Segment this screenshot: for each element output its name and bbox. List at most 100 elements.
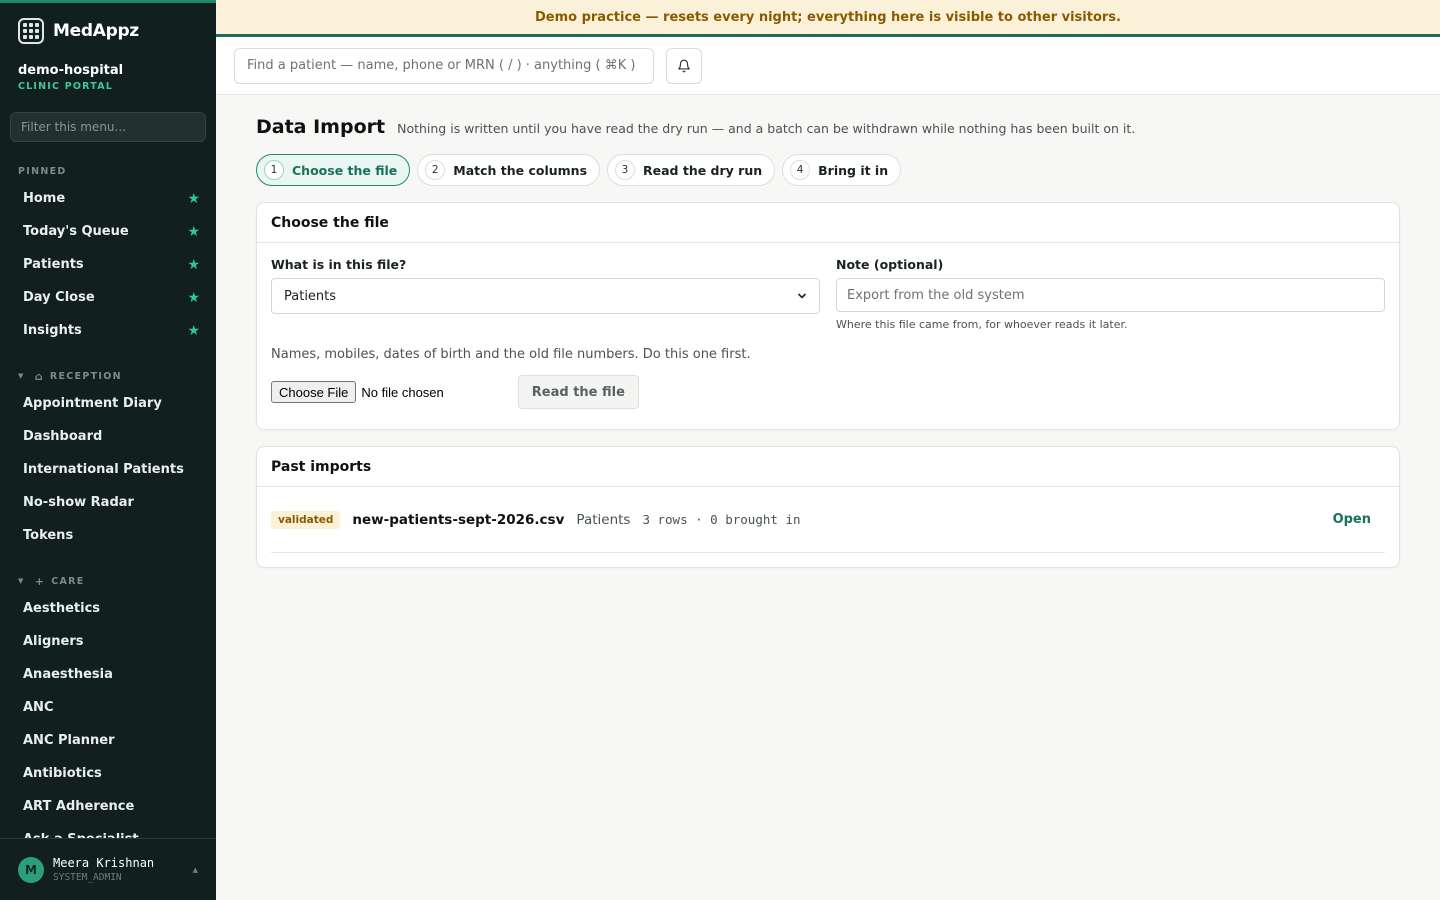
- file-type-value: Patients: [284, 288, 337, 304]
- notifications-button[interactable]: [666, 47, 702, 84]
- note-hint: Where this file came from, for whoever r…: [836, 318, 1128, 331]
- choose-file-button[interactable]: Choose File: [271, 381, 357, 403]
- step-label: Match the columns: [453, 162, 588, 178]
- demo-banner: Demo practice — resets every night; ever…: [216, 0, 1440, 37]
- file-status: No file chosen: [361, 384, 444, 400]
- step-match-columns[interactable]: 2 Match the columns: [417, 154, 601, 186]
- step-number: 4: [790, 160, 811, 180]
- sidebar-item-anc-planner[interactable]: ANC Planner: [0, 724, 216, 757]
- file-type-select[interactable]: Patients: [271, 278, 820, 314]
- patient-search-input[interactable]: [234, 47, 654, 84]
- sidebar-item-label: Patients: [23, 257, 84, 272]
- step-number: 1: [264, 160, 284, 180]
- step-label: Bring it in: [818, 162, 889, 178]
- import-stats: 3 rows · 0 brought in: [642, 512, 801, 527]
- page-title: Data Import: [256, 116, 386, 138]
- user-info: Meera Krishnan SYSTEM_ADMIN: [53, 856, 193, 883]
- table-row: validated new-patients-sept-2026.csv Pat…: [271, 487, 1385, 553]
- menu-filter-input[interactable]: [10, 112, 206, 142]
- caret-down-icon: ▼: [18, 577, 25, 585]
- org-name: demo-hospital: [18, 63, 124, 78]
- sidebar-item-patients[interactable]: Patients ★: [0, 248, 216, 281]
- bell-icon: [678, 59, 690, 72]
- section-care-label: CARE: [51, 575, 85, 587]
- sidebar-item-label: International Patients: [23, 462, 184, 477]
- sidebar-item-insights[interactable]: Insights ★: [0, 314, 216, 347]
- sidebar-item-label: ANC Planner: [23, 733, 115, 748]
- star-icon[interactable]: ★: [187, 257, 200, 273]
- org-info: demo-hospital CLINIC PORTAL: [0, 59, 216, 92]
- page-subtitle: Nothing is written until you have read t…: [397, 121, 1136, 136]
- sidebar-item-label: ANC: [23, 700, 54, 715]
- note-field: Note (optional) Where this file came fro…: [836, 257, 1385, 331]
- sidebar-item-appointment-diary[interactable]: Appointment Diary: [0, 387, 216, 420]
- step-label: Read the dry run: [643, 162, 763, 178]
- app-name: MedAppz: [53, 21, 139, 41]
- sidebar-item-aligners[interactable]: Aligners: [0, 625, 216, 658]
- star-icon[interactable]: ★: [187, 323, 200, 339]
- avatar: M: [18, 856, 44, 883]
- sidebar-item-label: Aesthetics: [23, 601, 101, 616]
- sidebar-item-label: Dashboard: [23, 429, 103, 444]
- stepper: 1 Choose the file 2 Match the columns 3 Rea…: [256, 154, 1400, 186]
- star-icon[interactable]: ★: [187, 191, 200, 207]
- section-pinned-label: PINNED: [18, 165, 67, 177]
- reception-list: Appointment Diary Dashboard Internationa…: [0, 387, 216, 552]
- note-label: Note (optional): [836, 257, 944, 272]
- section-care[interactable]: ▼ + CARE: [0, 572, 216, 590]
- sidebar-item-no-show-radar[interactable]: No-show Radar: [0, 486, 216, 519]
- sidebar-item-label: Aligners: [23, 634, 84, 649]
- section-pinned: PINNED: [0, 162, 216, 180]
- user-menu[interactable]: M Meera Krishnan SYSTEM_ADMIN ▲: [0, 838, 216, 900]
- file-type-description: Names, mobiles, dates of birth and the o…: [271, 347, 751, 362]
- topbar: [216, 37, 1440, 95]
- step-read-dry-run[interactable]: 3 Read the dry run: [607, 154, 776, 186]
- user-role: SYSTEM_ADMIN: [53, 872, 122, 883]
- choose-file-card-title: Choose the file: [257, 203, 1399, 243]
- sidebar-item-label: Home: [23, 191, 66, 206]
- sidebar-item-anc[interactable]: ANC: [0, 691, 216, 724]
- demo-banner-text: Demo practice — resets every night; ever…: [534, 9, 1121, 25]
- chevron-down-icon: [797, 293, 807, 299]
- sidebar-item-aesthetics[interactable]: Aesthetics: [0, 592, 216, 625]
- past-imports-card: Past imports validated new-patients-sept…: [256, 446, 1400, 568]
- caret-icon: ▲: [192, 865, 198, 874]
- plus-icon: +: [34, 574, 46, 588]
- sidebar-item-dashboard[interactable]: Dashboard: [0, 420, 216, 453]
- caret-down-icon: ▼: [18, 372, 25, 380]
- import-file-name: new-patients-sept-2026.csv: [352, 511, 565, 528]
- sidebar-item-label: Appointment Diary: [23, 396, 162, 411]
- pinned-list: Home ★ Today's Queue ★ Patients ★ Day Close…: [0, 182, 216, 347]
- sidebar-item-day-close[interactable]: Day Close ★: [0, 281, 216, 314]
- user-name: Meera Krishnan: [53, 856, 155, 870]
- page-header: Data Import Nothing is written until you…: [256, 116, 1400, 138]
- open-import-link[interactable]: Open: [1333, 512, 1371, 527]
- sidebar-item-tokens[interactable]: Tokens: [0, 519, 216, 552]
- note-input[interactable]: [836, 278, 1385, 312]
- sidebar-item-label: Day Close: [23, 290, 95, 305]
- step-number: 3: [615, 160, 636, 180]
- org-subtitle: CLINIC PORTAL: [18, 81, 114, 92]
- section-reception[interactable]: ▼ ⌂ RECEPTION: [0, 367, 216, 385]
- section-reception-label: RECEPTION: [49, 370, 122, 382]
- read-file-button[interactable]: Read the file: [517, 375, 639, 409]
- sidebar-item-label: No-show Radar: [23, 495, 134, 510]
- file-type-label: What is in this file?: [271, 257, 407, 272]
- step-bring-it-in[interactable]: 4 Bring it in: [782, 154, 902, 186]
- care-list: Aesthetics Aligners Anaesthesia ANC ANC …: [0, 592, 216, 856]
- step-choose-file[interactable]: 1 Choose the file: [256, 154, 411, 186]
- brand[interactable]: MedAppz: [0, 3, 216, 59]
- sidebar-item-todays-queue[interactable]: Today's Queue ★: [0, 215, 216, 248]
- sidebar-item-art-adherence[interactable]: ART Adherence: [0, 790, 216, 823]
- sidebar: MedAppz demo-hospital CLINIC PORTAL PINN…: [0, 0, 216, 900]
- star-icon[interactable]: ★: [187, 290, 200, 306]
- star-icon[interactable]: ★: [187, 224, 200, 240]
- sidebar-item-anaesthesia[interactable]: Anaesthesia: [0, 658, 216, 691]
- sidebar-item-antibiotics[interactable]: Antibiotics: [0, 757, 216, 790]
- sidebar-item-international-patients[interactable]: International Patients: [0, 453, 216, 486]
- sidebar-item-label: ART Adherence: [23, 799, 135, 814]
- sidebar-item-home[interactable]: Home ★: [0, 182, 216, 215]
- import-kind: Patients: [576, 511, 631, 528]
- sidebar-item-label: Anaesthesia: [23, 667, 113, 682]
- grid-logo-icon: [18, 18, 44, 44]
